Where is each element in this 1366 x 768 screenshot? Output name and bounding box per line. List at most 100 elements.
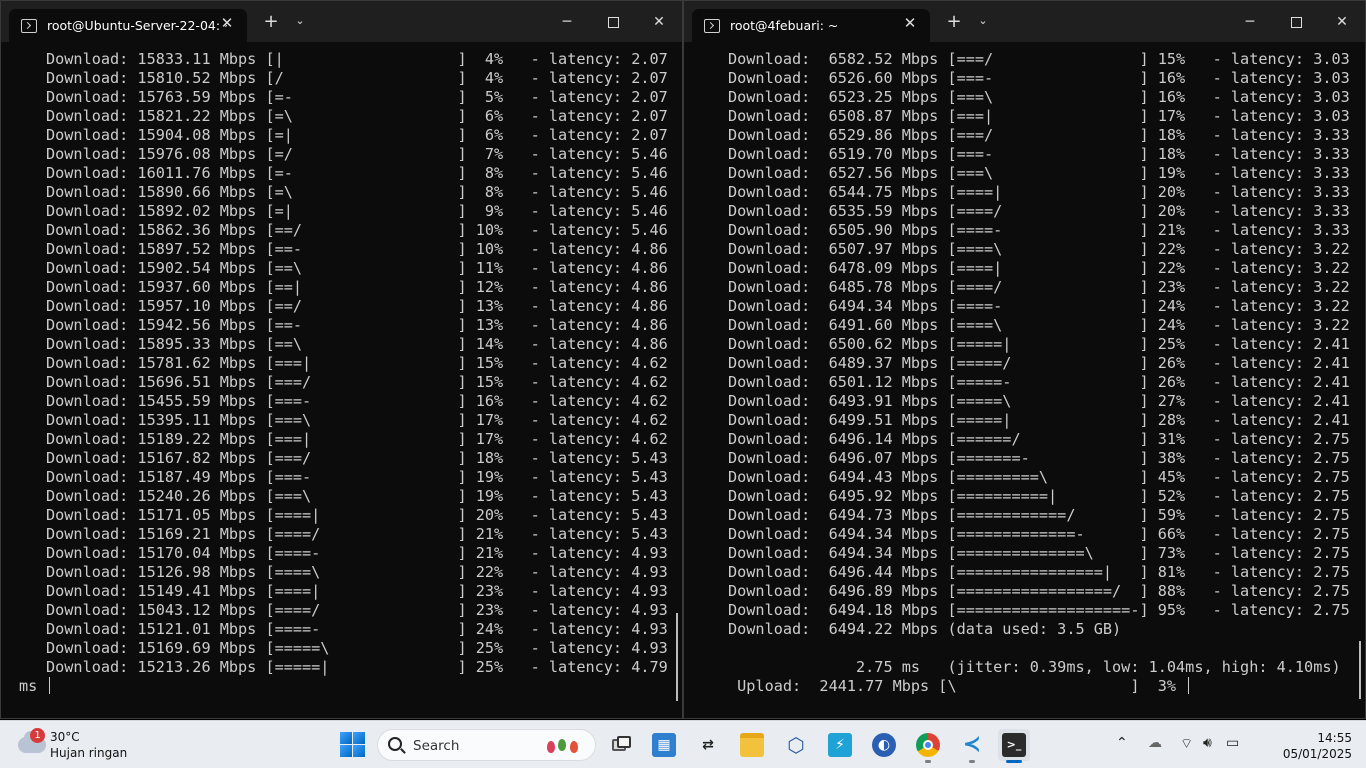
terminal-line: Download: 15395.11 Mbps [===\ ] 17% - la… [46,411,668,429]
terminal-output[interactable]: Download: 6582.52 Mbps [===/ ] 15% - lat… [684,50,1365,718]
weather-condition: Hujan ringan [50,746,128,760]
terminal-line: Download: 15957.10 Mbps [==/ ] 13% - lat… [46,297,668,315]
terminal-line: Download: 6496.07 Mbps [=======- ] 38% -… [728,449,1350,467]
terminal-line: Download: 6495.92 Mbps [==========| ] 52… [728,487,1350,505]
taskbar-app-virtualbox[interactable]: ⬡ [780,729,812,761]
terminal-line: Download: 6489.37 Mbps [=====/ ] 26% - l… [728,354,1350,372]
terminal-line: Download: 6485.78 Mbps [====/ ] 23% - la… [728,278,1350,296]
terminal-line: Download: 6494.34 Mbps [==============\ … [728,544,1350,562]
taskbar-app-terminal[interactable]: >_ [998,729,1030,763]
terminal-line: Download: 6494.34 Mbps [====- ] 24% - la… [728,297,1350,315]
terminal-line: Download: 6505.90 Mbps [====- ] 21% - la… [728,221,1350,239]
text-cursor [1188,677,1190,694]
terminal-line: Download: 6494.43 Mbps [=========\ ] 45%… [728,468,1350,486]
close-window-button[interactable]: ✕ [636,9,682,37]
text-cursor [49,677,51,694]
terminal-line: Download: 15149.41 Mbps [====| ] 23% - l… [46,582,668,600]
terminal-line: Download: 15169.21 Mbps [====/ ] 21% - l… [46,525,668,543]
close-window-button[interactable]: ✕ [1319,9,1365,37]
taskbar-app-network[interactable]: ⇄ [692,729,724,761]
terminal-line: Download: 15696.51 Mbps [===/ ] 15% - la… [46,373,668,391]
terminal-line: Download: 15171.05 Mbps [====| ] 20% - l… [46,506,668,524]
terminal-line: Download: 6526.60 Mbps [===- ] 16% - lat… [728,69,1350,87]
virtualbox-icon: ⬡ [787,733,805,757]
terminal-window-right: root@4febuari: ~ ✕ + ⌄ ─ ✕ Download: 658… [683,0,1366,719]
terminal-line: Download: 15121.01 Mbps [====- ] 24% - l… [46,620,668,638]
terminal-tab[interactable]: root@Ubuntu-Server-22-04: ~ ✕ [9,9,247,42]
terminal-icon [21,18,37,33]
terminal-line: Download: 15167.82 Mbps [===/ ] 18% - la… [46,449,668,467]
terminal-line: Download: 6494.22 Mbps (data used: 3.5 G… [728,620,1122,638]
weather-widget[interactable]: 1 30°C Hujan ringan [18,728,138,761]
taskbar-app-vscode[interactable]: ≺ [956,729,988,763]
terminal-line: Download: 15187.49 Mbps [===- ] 19% - la… [46,468,668,486]
wrapped-text: ms [19,677,38,695]
chevron-up-icon[interactable]: ⌃ [1116,735,1128,751]
taskbar-app-control-panel[interactable]: ▦ [648,729,680,761]
new-tab-button[interactable]: + [943,11,965,32]
wifi-icon[interactable]: ⌔ [1180,735,1193,753]
terminal-line: Download: 15169.69 Mbps [=====\ ] 25% - … [46,639,668,657]
tab-close-icon[interactable]: ✕ [900,14,920,32]
terminal-line: Download: 6496.44 Mbps [================… [728,563,1350,581]
clock-time: 14:55 [1317,731,1352,745]
terminal-line: Download: 15240.26 Mbps [===\ ] 19% - la… [46,487,668,505]
title-bar[interactable]: root@4febuari: ~ ✕ + ⌄ ─ ✕ [684,1,1365,42]
terminal-line: Download: 15892.02 Mbps [=| ] 9% - laten… [46,202,668,220]
notification-badge: 1 [30,728,45,743]
start-button[interactable] [340,732,365,757]
terminal-line: Download: 15043.12 Mbps [====/ ] 23% - l… [46,601,668,619]
search-box[interactable]: Search [377,729,596,761]
terminal-line: Download: 6491.60 Mbps [====\ ] 24% - la… [728,316,1350,334]
terminal-line: Download: 15170.04 Mbps [====- ] 21% - l… [46,544,668,562]
minimize-button[interactable]: ─ [544,9,590,37]
terminal-line: Download: 15862.36 Mbps [==/ ] 10% - lat… [46,221,668,239]
terminal-line: ms [19,677,682,696]
taskbar: 1 30°C Hujan ringan Search ▦ ⇄ ⬡ ⚡ ◐ ≺ >… [0,720,1366,768]
running-indicator [925,760,931,763]
clock[interactable]: 14:55 05/01/2025 [1283,730,1352,762]
terminal-line: Download: 6508.87 Mbps [===| ] 17% - lat… [728,107,1350,125]
terminal-line: Upload: 2441.77 Mbps [\ ] 3% [728,677,1365,696]
terminal-line: Download: 6496.89 Mbps [================… [728,582,1350,600]
terminal-line: Download: 15897.52 Mbps [==- ] 10% - lat… [46,240,668,258]
taskbar-app-chrome[interactable] [912,729,944,763]
terminal-line: Download: 15902.54 Mbps [==\ ] 11% - lat… [46,259,668,277]
terminal-line: Download: 15455.59 Mbps [===- ] 16% - la… [46,392,668,410]
taskbar-app-browser[interactable]: ◐ [868,729,900,761]
new-tab-button[interactable]: + [260,11,282,32]
folder-icon [740,733,764,757]
taskbar-app-file-explorer[interactable] [736,729,768,761]
terminal-icon [704,18,720,33]
terminal-line: Download: 16011.76 Mbps [=- ] 8% - laten… [46,164,668,182]
maximize-button[interactable] [1273,9,1319,37]
chevron-down-icon[interactable]: ⌄ [974,14,992,27]
terminal-line: Download: 6496.14 Mbps [======/ ] 31% - … [728,430,1350,448]
terminal-line: Download: 15126.98 Mbps [====\ ] 22% - l… [46,563,668,581]
search-highlight-icon [545,737,585,754]
battery-icon[interactable]: ▭ [1226,735,1239,751]
volume-icon[interactable]: 🔊︎ [1203,735,1212,751]
maximize-button[interactable] [590,9,636,37]
globe-icon: ◐ [872,733,896,757]
onedrive-icon[interactable]: ☁ [1148,735,1162,751]
chevron-down-icon[interactable]: ⌄ [291,14,309,27]
title-bar[interactable]: root@Ubuntu-Server-22-04: ~ ✕ + ⌄ ─ ✕ [1,1,682,42]
task-view-icon [609,733,633,757]
vscode-icon: ≺ [962,732,982,757]
terminal-tab[interactable]: root@4febuari: ~ ✕ [692,9,930,42]
terminal-line: Download: 6527.56 Mbps [===\ ] 19% - lat… [728,164,1350,182]
scrollbar[interactable] [676,613,678,701]
weather-temperature: 30°C [50,730,80,744]
minimize-button[interactable]: ─ [1227,9,1273,37]
tab-close-icon[interactable]: ✕ [217,14,237,32]
scrollbar[interactable] [1359,641,1361,699]
terminal-output[interactable]: Download: 15833.11 Mbps [| ] 4% - latenc… [1,50,682,718]
terminal-line: Download: 6544.75 Mbps [====| ] 20% - la… [728,183,1350,201]
terminal-line: Download: 6523.25 Mbps [===\ ] 16% - lat… [728,88,1350,106]
terminal-line: Download: 15904.08 Mbps [=| ] 6% - laten… [46,126,668,144]
taskbar-app-bolt[interactable]: ⚡ [824,729,856,761]
task-view-button[interactable] [605,729,637,761]
terminal-line: Download: 15189.22 Mbps [===| ] 17% - la… [46,430,668,448]
terminal-line: Download: 15890.66 Mbps [=\ ] 8% - laten… [46,183,668,201]
